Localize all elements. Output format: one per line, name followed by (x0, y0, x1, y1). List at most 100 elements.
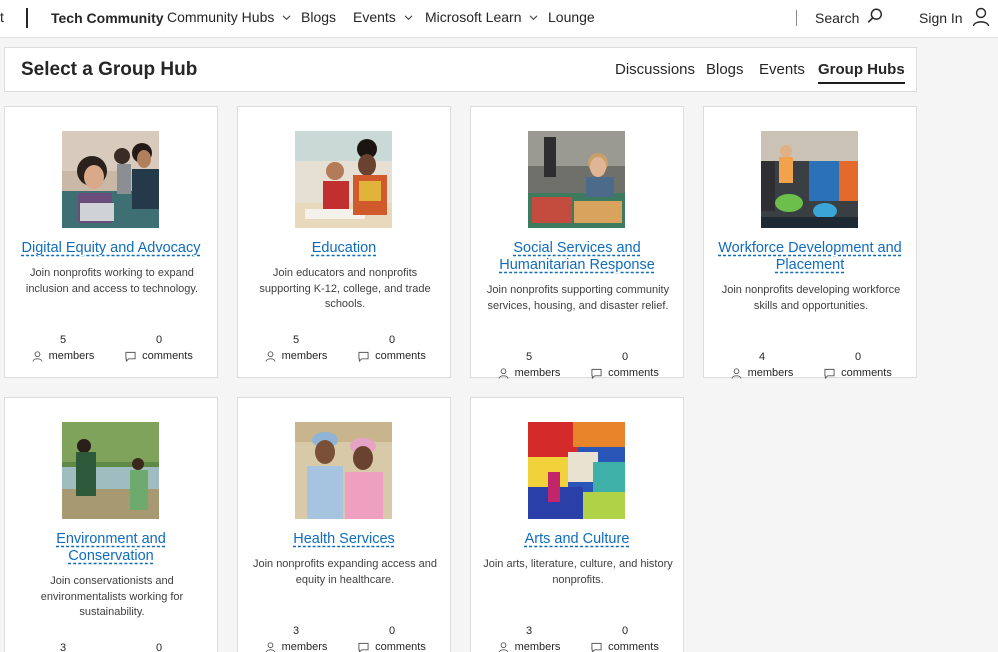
members-stat: 5 members (484, 350, 574, 382)
comments-label: comments (608, 367, 659, 379)
comments-stat: 0 comments (347, 333, 437, 365)
person-icon (731, 367, 742, 379)
chevron-down-icon (282, 14, 291, 20)
tab-events[interactable]: Events (759, 61, 805, 78)
brand-fragment: t (0, 9, 4, 25)
hub-description: Join nonprofits supporting community ser… (486, 284, 670, 312)
members-label: members (281, 641, 328, 652)
members-stat: 4 members (717, 350, 807, 382)
hub-description: Join nonprofits developing workforce ski… (721, 284, 901, 312)
comments-label: comments (608, 641, 659, 652)
hub-description: Join nonprofits working to expand inclus… (25, 267, 199, 295)
hub-title-link[interactable]: Social Services and Humanitarian Respons… (479, 240, 675, 274)
person-icon (265, 641, 276, 652)
brand-divider (26, 8, 28, 28)
comments-count: 0 (155, 334, 163, 346)
comments-stat: 0 comments (580, 624, 670, 652)
nav-label: Events (353, 9, 396, 25)
comments-stat: 0 comments (813, 350, 903, 382)
comments-count: 0 (621, 625, 629, 637)
nav-community-hubs[interactable]: Community Hubs (167, 9, 291, 25)
workspace-photo (761, 131, 858, 228)
members-stat: 5 members (18, 333, 108, 365)
classroom-photo (295, 131, 392, 228)
brand-link[interactable]: Tech Community (51, 10, 164, 26)
hub-image-health[interactable] (295, 422, 392, 519)
group-hub-card: Digital Equity and Advocacy Join nonprof… (4, 106, 218, 378)
comment-icon (591, 368, 602, 379)
nav-blogs[interactable]: Blogs (301, 9, 336, 25)
person-icon (265, 350, 276, 362)
group-hub-card: Environment and Conservation Join conser… (4, 397, 218, 652)
sign-in-link[interactable]: Sign In (919, 10, 963, 26)
comments-count: 0 (388, 625, 396, 637)
nav-microsoft-learn[interactable]: Microsoft Learn (425, 9, 538, 25)
members-label: members (747, 367, 794, 379)
top-navigation: t Tech Community Community Hubs Blogs Ev… (0, 0, 998, 38)
painting-photo (528, 422, 625, 519)
nav-label: Blogs (301, 9, 337, 25)
comments-stat: 0 comments (114, 641, 204, 652)
members-stat: 3 members (251, 624, 341, 652)
comment-icon (358, 351, 369, 362)
person-icon (32, 350, 43, 362)
group-hub-card: Social Services and Humanitarian Respons… (470, 106, 684, 379)
comments-stat: 0 comments (347, 624, 437, 652)
hub-description: Join educators and nonprofits supporting… (259, 267, 431, 310)
comment-icon (125, 351, 136, 362)
person-icon (498, 367, 509, 379)
comments-count: 0 (155, 642, 163, 652)
hub-image-environment[interactable] (62, 422, 159, 519)
hub-title-link[interactable]: Arts and Culture (479, 531, 675, 548)
hub-image-arts[interactable] (528, 422, 625, 519)
members-count: 3 (292, 625, 300, 637)
user-icon[interactable] (972, 7, 990, 27)
members-label: members (281, 350, 328, 362)
group-hub-card: Arts and Culture Join arts, literature, … (470, 397, 684, 652)
members-label: members (514, 367, 561, 379)
hub-title-link[interactable]: Workforce Development and Placement (712, 240, 908, 274)
group-hub-card: Health Services Join nonprofits expandin… (237, 397, 451, 652)
nav-separator (796, 10, 797, 26)
comments-label: comments (375, 350, 426, 362)
hub-description: Join conservationists and environmentali… (40, 575, 184, 618)
members-label: members (48, 350, 95, 362)
hub-title-link[interactable]: Digital Equity and Advocacy (13, 240, 209, 257)
group-hub-header: Select a Group Hub Discussions Blogs Eve… (4, 47, 917, 92)
tab-blogs[interactable]: Blogs (706, 61, 744, 78)
comments-count: 0 (854, 351, 862, 363)
chevron-down-icon (404, 14, 413, 20)
members-count: 5 (59, 334, 67, 346)
hub-title-link[interactable]: Health Services (246, 531, 442, 548)
nav-lounge[interactable]: Lounge (548, 9, 595, 25)
comment-icon (358, 642, 369, 652)
comments-label: comments (841, 367, 892, 379)
tab-group-hubs[interactable]: Group Hubs (818, 61, 905, 84)
hub-image-digital-equity[interactable] (62, 131, 159, 228)
river-photo (62, 422, 159, 519)
comments-count: 0 (621, 351, 629, 363)
members-stat: 3 members (484, 624, 574, 652)
hub-image-education[interactable] (295, 131, 392, 228)
comments-label: comments (142, 350, 193, 362)
members-count: 5 (525, 351, 533, 363)
members-count: 3 (59, 642, 67, 652)
hub-title-link[interactable]: Environment and Conservation (13, 531, 209, 565)
tab-discussions[interactable]: Discussions (615, 61, 695, 78)
nav-events[interactable]: Events (353, 9, 413, 25)
nav-label: Microsoft Learn (425, 9, 522, 25)
members-label: members (514, 641, 561, 652)
hub-image-workforce[interactable] (761, 131, 858, 228)
nurses-photo (295, 422, 392, 519)
comment-icon (824, 368, 835, 379)
nav-label: Lounge (548, 9, 595, 25)
members-count: 3 (525, 625, 533, 637)
members-count: 5 (292, 334, 300, 346)
search-button[interactable]: Search (815, 10, 859, 26)
volunteer-photo (528, 131, 625, 228)
hub-image-social-services[interactable] (528, 131, 625, 228)
search-icon[interactable] (866, 7, 884, 25)
group-hub-card: Workforce Development and Placement Join… (703, 106, 917, 379)
members-count: 4 (758, 351, 766, 363)
hub-title-link[interactable]: Education (246, 240, 442, 257)
